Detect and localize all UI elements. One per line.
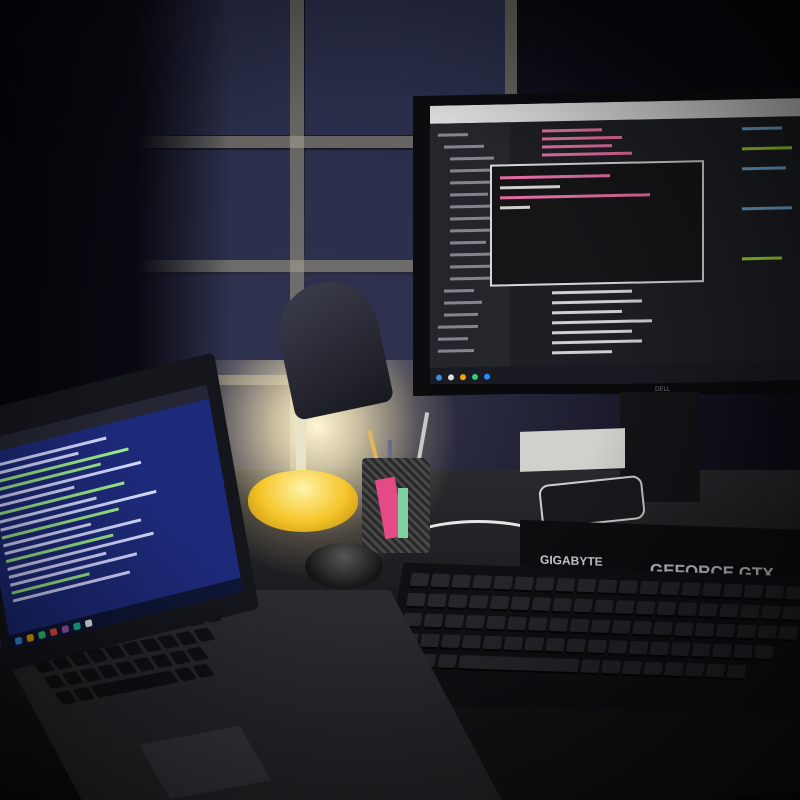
pen-holder bbox=[362, 458, 430, 553]
gpu-brand-label: GIGABYTE bbox=[540, 552, 603, 569]
tree-item bbox=[450, 252, 494, 257]
tree-item bbox=[438, 133, 468, 137]
code-line bbox=[742, 166, 786, 171]
code-line bbox=[542, 135, 622, 141]
wall-frame bbox=[505, 0, 517, 100]
code-line bbox=[542, 144, 612, 149]
tree-item bbox=[450, 264, 492, 269]
desk-photo-scene: DELL GIGABYTE GEFORCE GTX bbox=[0, 0, 800, 800]
search-icon bbox=[448, 374, 454, 381]
key-row bbox=[395, 652, 747, 679]
terminal-popup-window bbox=[490, 160, 704, 287]
lamp-base bbox=[248, 470, 358, 532]
code-line bbox=[542, 128, 602, 133]
tree-item bbox=[444, 144, 484, 149]
folder-icon bbox=[26, 633, 35, 642]
tree-item bbox=[450, 192, 488, 197]
code-line bbox=[552, 329, 632, 335]
code-line bbox=[500, 185, 560, 190]
start-icon bbox=[436, 374, 442, 381]
power-strip bbox=[520, 428, 625, 472]
code-line bbox=[552, 309, 622, 315]
start-icon bbox=[14, 636, 23, 645]
code-line bbox=[552, 339, 642, 345]
app-icon bbox=[484, 373, 490, 380]
app-icon bbox=[472, 373, 478, 380]
browser-icon bbox=[460, 374, 466, 381]
tree-item bbox=[450, 240, 486, 245]
monitor-bottom-bezel bbox=[430, 384, 800, 394]
tree-item bbox=[444, 288, 474, 293]
tree-item bbox=[450, 168, 490, 173]
code-line bbox=[552, 299, 642, 305]
code-line bbox=[552, 319, 652, 325]
code-line bbox=[552, 350, 612, 355]
code-line bbox=[742, 206, 792, 211]
code-line bbox=[542, 151, 632, 157]
tree-item bbox=[438, 348, 474, 353]
code-line bbox=[552, 289, 632, 295]
app-icon bbox=[37, 630, 46, 639]
highlighter bbox=[398, 488, 408, 538]
tree-item bbox=[444, 312, 478, 317]
app-icon bbox=[84, 618, 93, 628]
code-line bbox=[500, 193, 650, 200]
headphones bbox=[305, 543, 383, 589]
app-icon bbox=[49, 627, 58, 636]
code-line bbox=[742, 146, 792, 151]
app-icon bbox=[72, 621, 81, 631]
tree-item bbox=[450, 276, 490, 281]
code-line bbox=[500, 174, 610, 180]
code-line bbox=[742, 256, 782, 261]
tree-item bbox=[450, 216, 490, 221]
code-line bbox=[500, 205, 530, 210]
tree-item bbox=[438, 337, 468, 341]
tree-item bbox=[450, 156, 494, 161]
code-line bbox=[742, 126, 782, 131]
monitor-screen bbox=[430, 98, 800, 388]
tree-item bbox=[444, 300, 482, 305]
tree-item bbox=[438, 324, 478, 329]
tree-item bbox=[450, 204, 494, 209]
app-icon bbox=[61, 624, 70, 633]
